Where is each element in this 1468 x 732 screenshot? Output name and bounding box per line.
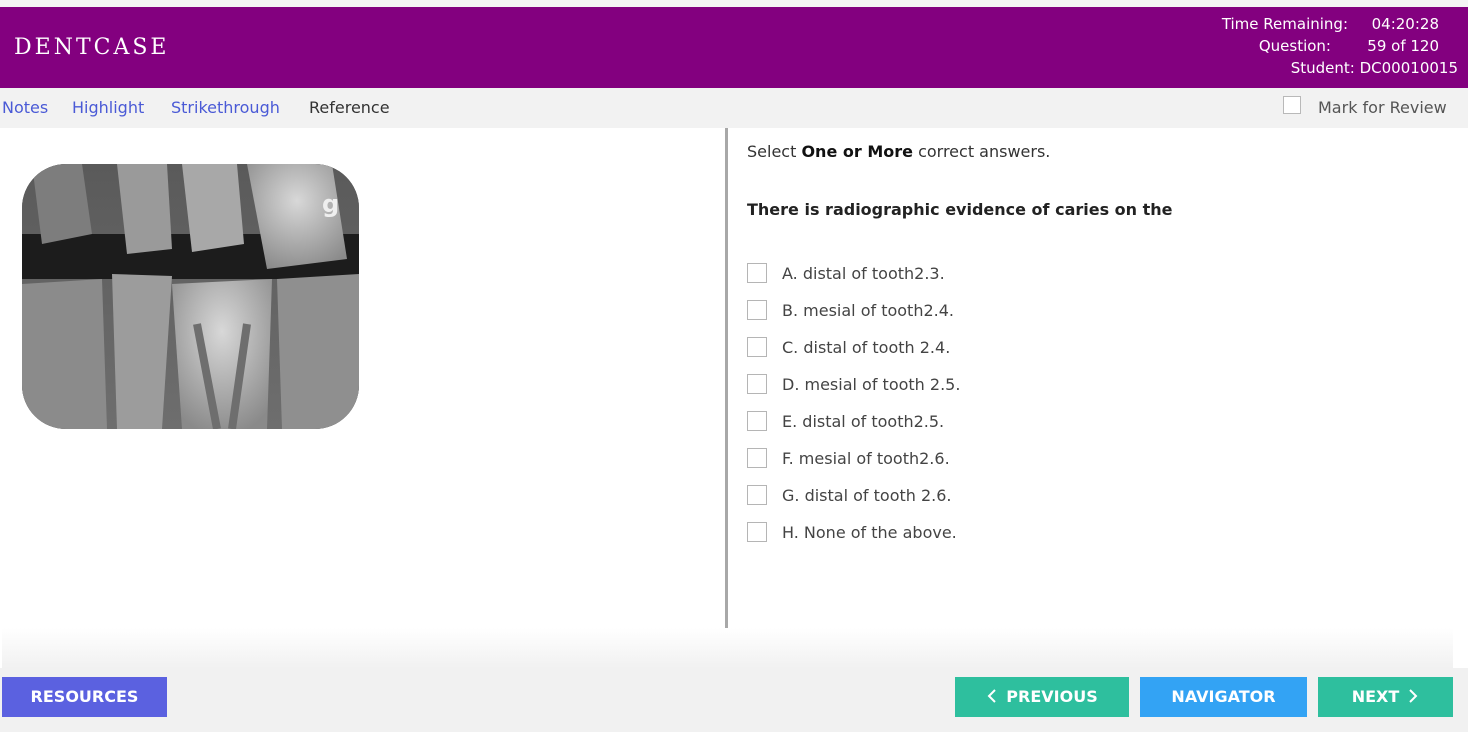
highlight-link[interactable]: Highlight — [72, 98, 144, 117]
answer-label[interactable]: H. None of the above. — [782, 523, 957, 542]
panel-fade — [2, 628, 1453, 668]
answer-label[interactable]: A. distal of tooth2.3. — [782, 264, 945, 283]
mark-for-review-checkbox[interactable] — [1283, 96, 1301, 114]
time-remaining-value: 04:20:28 — [1371, 15, 1439, 33]
answer-checkbox[interactable] — [747, 411, 767, 431]
answer-checkbox[interactable] — [747, 485, 767, 505]
resources-button[interactable]: RESOURCES — [2, 677, 167, 717]
notes-link[interactable]: Notes — [2, 98, 48, 117]
question-stem: There is radiographic evidence of caries… — [747, 200, 1173, 219]
answer-checkbox[interactable] — [747, 300, 767, 320]
toolbar: Notes Highlight Strikethrough Reference — [0, 88, 1468, 128]
next-label: NEXT — [1351, 687, 1400, 706]
question-label: Question: — [1258, 37, 1331, 55]
navigator-button[interactable]: NAVIGATOR — [1140, 677, 1307, 717]
header-bar: DENTCASE Time Remaining: 04:20:28 Questi… — [0, 7, 1468, 88]
strikethrough-link[interactable]: Strikethrough — [171, 98, 280, 117]
panel-divider[interactable] — [725, 128, 728, 628]
answer-checkbox[interactable] — [747, 263, 767, 283]
answer-checkbox[interactable] — [747, 374, 767, 394]
instruction-suffix: correct answers. — [912, 142, 1051, 161]
radiograph-mark: g — [322, 190, 339, 218]
question-counter: 59 of 120 — [1367, 37, 1439, 55]
next-button[interactable]: NEXT — [1318, 677, 1453, 717]
navigator-label: NAVIGATOR — [1171, 687, 1276, 706]
exam-info: Time Remaining: 04:20:28 Question: 59 of… — [1168, 13, 1468, 79]
answer-checkbox[interactable] — [747, 522, 767, 542]
previous-label: PREVIOUS — [1006, 687, 1098, 706]
answer-label[interactable]: F. mesial of tooth2.6. — [782, 449, 950, 468]
answer-label[interactable]: E. distal of tooth2.5. — [782, 412, 944, 431]
answer-label[interactable]: D. mesial of tooth 2.5. — [782, 375, 960, 394]
dental-radiograph-image: g — [22, 164, 359, 429]
instruction-text: Select One or More correct answers. — [747, 142, 1050, 161]
reference-link[interactable]: Reference — [309, 98, 390, 117]
answer-label[interactable]: C. distal of tooth 2.4. — [782, 338, 950, 357]
instruction-prefix: Select — [747, 142, 802, 161]
chevron-right-icon — [1399, 677, 1419, 717]
previous-button[interactable]: PREVIOUS — [955, 677, 1129, 717]
mark-for-review-label[interactable]: Mark for Review — [1318, 98, 1447, 117]
resources-label: RESOURCES — [30, 687, 139, 706]
answer-label[interactable]: G. distal of tooth 2.6. — [782, 486, 952, 505]
answer-label[interactable]: B. mesial of tooth2.4. — [782, 301, 954, 320]
top-strip — [0, 0, 1468, 7]
student-id: Student: DC00010015 — [1290, 59, 1458, 77]
instruction-emphasis: One or More — [801, 142, 913, 161]
chevron-left-icon — [986, 677, 1006, 717]
answer-checkbox[interactable] — [747, 337, 767, 357]
time-remaining-label: Time Remaining: — [1221, 15, 1348, 33]
answer-checkbox[interactable] — [747, 448, 767, 468]
brand-logo: DENTCASE — [14, 35, 170, 60]
